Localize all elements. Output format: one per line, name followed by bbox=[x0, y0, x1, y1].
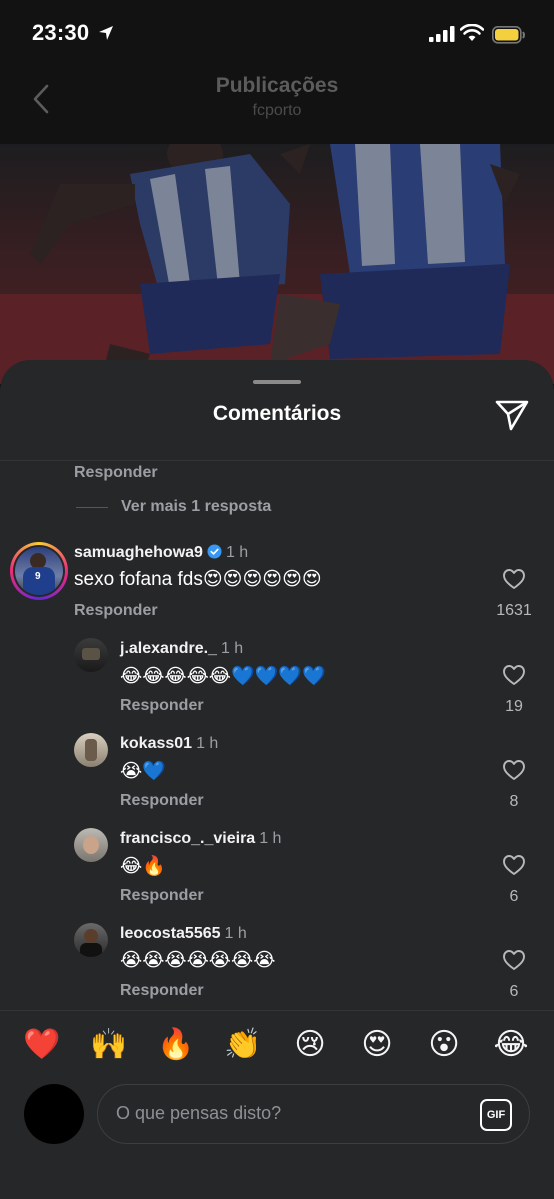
reply-button[interactable]: Responder bbox=[120, 697, 204, 715]
username-text[interactable]: leocosta5565 bbox=[120, 925, 221, 942]
emoji-reaction-bar: ❤️ 🙌 🔥 👏 😢 😍 😮 😂 bbox=[0, 1010, 554, 1080]
like-count: 6 bbox=[509, 983, 519, 1000]
avatar[interactable] bbox=[74, 638, 108, 672]
status-time: 23:30 bbox=[32, 20, 90, 45]
comment-time: 1 h bbox=[225, 544, 249, 561]
comment-username[interactable]: samuaghehowa9 1 h bbox=[74, 544, 248, 562]
username-text[interactable]: francisco_._vieira bbox=[120, 830, 255, 847]
heart-icon[interactable] bbox=[502, 759, 526, 781]
replies-line bbox=[76, 506, 108, 508]
reply-link[interactable]: Responder bbox=[74, 464, 158, 482]
username-text[interactable]: samuaghehowa9 bbox=[74, 544, 203, 561]
like-count: 19 bbox=[505, 698, 523, 715]
page-subtitle: fcporto bbox=[252, 102, 302, 119]
verified-badge-icon bbox=[207, 544, 222, 559]
avatar-story-ring[interactable]: 9 bbox=[10, 542, 68, 600]
emoji-surprised[interactable]: 😮 bbox=[424, 1027, 464, 1062]
emoji-heart-eyes[interactable]: 😍 bbox=[357, 1027, 397, 1062]
heart-icon[interactable] bbox=[502, 664, 526, 686]
emoji-heart[interactable]: ❤️ bbox=[22, 1027, 62, 1062]
comment-time: 1 h bbox=[220, 640, 244, 657]
comment-text: sexo fofana fds😍😍😍😍😍😍 bbox=[74, 569, 322, 590]
battery-icon bbox=[492, 26, 525, 44]
comment-time: 1 h bbox=[224, 925, 247, 942]
emoji-fire[interactable]: 🔥 bbox=[156, 1027, 196, 1062]
comment-time: 1 h bbox=[259, 830, 282, 847]
gif-button[interactable]: GIF bbox=[480, 1099, 512, 1131]
comment-text: 😂🔥 bbox=[120, 856, 166, 877]
comment-field[interactable]: GIF bbox=[97, 1084, 530, 1144]
share-icon[interactable] bbox=[494, 398, 530, 432]
avatar[interactable] bbox=[74, 828, 108, 862]
reply-button[interactable]: Responder bbox=[120, 887, 204, 905]
page-title: Publicações bbox=[215, 74, 339, 97]
comment-username[interactable]: francisco_._vieira 1 h bbox=[120, 830, 281, 848]
avatar[interactable] bbox=[74, 923, 108, 957]
comment-username[interactable]: kokass01 1 h bbox=[120, 735, 218, 753]
comment-text: 😭💙 bbox=[120, 761, 166, 782]
post-image bbox=[0, 144, 554, 384]
emoji-clapping[interactable]: 👏 bbox=[223, 1027, 263, 1062]
avatar: 9 bbox=[15, 547, 63, 595]
comment-text: 😂😂😂😂😂💙💙💙💙 bbox=[120, 666, 326, 687]
comment-input[interactable] bbox=[116, 1103, 456, 1124]
reply-button[interactable]: Responder bbox=[120, 982, 204, 1000]
my-avatar[interactable] bbox=[24, 1084, 84, 1144]
comment-time: 1 h bbox=[196, 735, 219, 752]
location-arrow-icon bbox=[99, 26, 113, 40]
username-text[interactable]: j.alexandre._ bbox=[120, 640, 217, 657]
header: Publicações fcporto bbox=[0, 68, 554, 144]
comment-username[interactable]: leocosta5565 1 h bbox=[120, 925, 247, 943]
heart-icon[interactable] bbox=[502, 854, 526, 876]
status-bar: 23:30 bbox=[0, 0, 554, 68]
reply-button[interactable]: Responder bbox=[120, 792, 204, 810]
like-count: 8 bbox=[509, 793, 519, 810]
username-text[interactable]: kokass01 bbox=[120, 735, 192, 752]
emoji-raised-hands[interactable]: 🙌 bbox=[89, 1027, 129, 1062]
comment-text: 😭😭😭😭😭😭😭 bbox=[120, 950, 276, 971]
heart-icon[interactable] bbox=[502, 949, 526, 971]
sheet-grabber[interactable] bbox=[253, 380, 301, 384]
wifi-icon bbox=[460, 24, 484, 41]
comment-username[interactable]: j.alexandre._ 1 h bbox=[120, 640, 243, 658]
sheet-title: Comentários bbox=[212, 402, 342, 425]
post-photo bbox=[0, 144, 554, 384]
comment-composer: GIF bbox=[0, 1080, 554, 1199]
heart-icon[interactable] bbox=[502, 568, 526, 590]
cellular-signal-icon bbox=[429, 26, 455, 42]
like-count: 6 bbox=[509, 888, 519, 905]
view-more-replies[interactable]: Ver mais 1 resposta bbox=[76, 498, 271, 516]
like-count: 1631 bbox=[496, 602, 532, 619]
reply-button[interactable]: Responder bbox=[74, 602, 158, 620]
view-more-replies-label: Ver mais 1 resposta bbox=[121, 498, 272, 515]
sheet-divider bbox=[0, 460, 554, 461]
avatar[interactable] bbox=[74, 733, 108, 767]
emoji-laughing[interactable]: 😂 bbox=[491, 1027, 531, 1062]
emoji-crying[interactable]: 😢 bbox=[290, 1027, 330, 1062]
